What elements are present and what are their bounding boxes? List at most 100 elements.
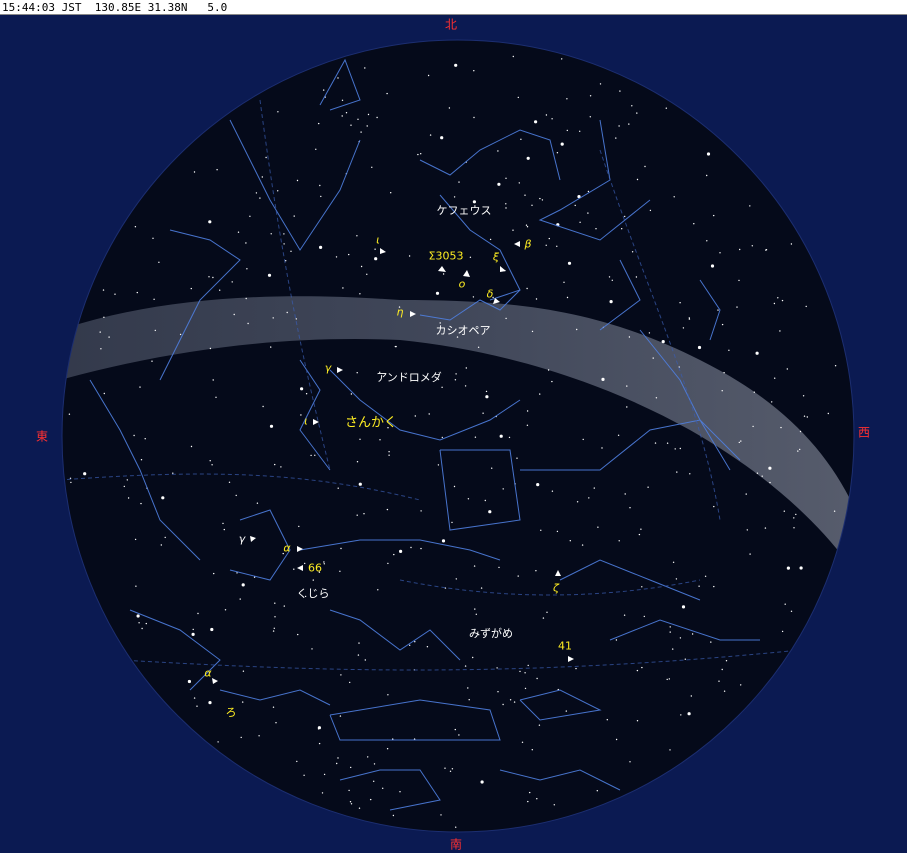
star-dot — [293, 215, 295, 217]
star-dot — [222, 522, 224, 525]
star-dot — [548, 237, 550, 240]
star-dot — [300, 414, 302, 416]
constellation-aquarius: みずがめ — [469, 627, 513, 640]
star-dot — [740, 440, 742, 442]
star-dot — [579, 221, 581, 223]
star-dot — [649, 209, 652, 212]
star-dot — [672, 561, 675, 563]
star-dot — [139, 386, 141, 388]
star-dot — [237, 231, 240, 233]
star-dot — [387, 562, 389, 565]
star-dot — [428, 413, 430, 415]
star-dot — [499, 434, 503, 438]
star-dot — [679, 447, 681, 450]
star-dot — [520, 138, 522, 140]
star-dot — [386, 508, 389, 511]
star-chart[interactable] — [0, 0, 907, 853]
star-dot — [773, 302, 776, 305]
star-dot — [749, 553, 751, 555]
star-dot — [358, 642, 360, 644]
star-dot — [359, 293, 361, 295]
star-dot — [255, 192, 258, 194]
star-dot — [249, 215, 251, 217]
star-dot — [386, 748, 389, 750]
star-dot — [799, 566, 803, 570]
star-dot — [441, 386, 443, 388]
star-dot — [626, 385, 628, 387]
star-dot — [526, 226, 529, 228]
star-dot — [751, 245, 753, 247]
star-dot — [576, 328, 578, 331]
star-dot — [690, 695, 692, 697]
star-dot — [793, 527, 795, 529]
star-dot — [628, 123, 630, 125]
star-dot — [454, 728, 456, 731]
star-dot — [473, 565, 476, 567]
star-dot — [617, 434, 620, 436]
star-dot — [697, 345, 702, 350]
star-dot — [193, 697, 196, 699]
star-dot — [496, 667, 498, 669]
star-dot — [426, 646, 429, 648]
star-dot — [321, 792, 324, 794]
star-dot — [319, 184, 321, 187]
star-dot — [504, 269, 506, 272]
star-dot — [262, 405, 264, 408]
star-dot — [629, 761, 631, 763]
star-dot — [208, 701, 212, 705]
star-dot — [305, 393, 308, 395]
star-dot — [536, 677, 538, 680]
star-dot — [524, 687, 527, 690]
star-dot — [356, 461, 359, 463]
star-dot — [509, 699, 512, 701]
star-dot — [524, 672, 526, 674]
star-dot — [164, 536, 166, 539]
star-label-66: 66 — [308, 561, 322, 575]
star-dot — [706, 240, 708, 242]
star-dot — [745, 493, 747, 495]
star-dot — [335, 256, 338, 258]
star-dot — [247, 322, 249, 325]
star-dot — [261, 176, 263, 178]
star-dot — [212, 379, 214, 381]
star-dot — [611, 279, 613, 281]
star-dot — [283, 233, 285, 235]
star-dot — [392, 814, 395, 817]
star-dot — [497, 691, 499, 693]
star-dot — [455, 373, 457, 375]
star-dot — [231, 281, 233, 283]
star-dot — [547, 369, 550, 371]
star-dot — [236, 572, 238, 574]
star-dot — [473, 70, 475, 72]
star-dot — [395, 345, 397, 348]
star-label-alpha-scl: α — [204, 666, 212, 680]
star-dot — [803, 415, 806, 417]
star-dot — [339, 715, 342, 717]
star-dot — [371, 166, 373, 168]
star-dot — [713, 214, 715, 217]
star-dot — [359, 438, 361, 440]
star-dot — [437, 464, 440, 466]
star-dot — [681, 605, 686, 609]
star-dot — [780, 426, 782, 429]
star-dot — [738, 441, 740, 444]
star-dot — [698, 585, 700, 587]
star-dot — [473, 116, 475, 119]
star-dot — [467, 687, 469, 689]
star-dot — [68, 413, 71, 415]
star-dot — [414, 641, 416, 643]
star-dot — [134, 226, 137, 228]
star-dot — [370, 798, 372, 801]
star-dot — [339, 570, 341, 572]
star-dot — [172, 472, 174, 474]
star-dot — [606, 719, 608, 721]
star-dot — [286, 311, 288, 314]
star-dot — [561, 58, 563, 60]
star-dot — [688, 317, 690, 319]
star-dot — [647, 486, 649, 488]
star-dot — [136, 291, 138, 294]
star-dot — [300, 387, 304, 391]
star-dot — [601, 447, 603, 449]
star-dot — [348, 789, 350, 792]
star-dot — [793, 517, 795, 519]
